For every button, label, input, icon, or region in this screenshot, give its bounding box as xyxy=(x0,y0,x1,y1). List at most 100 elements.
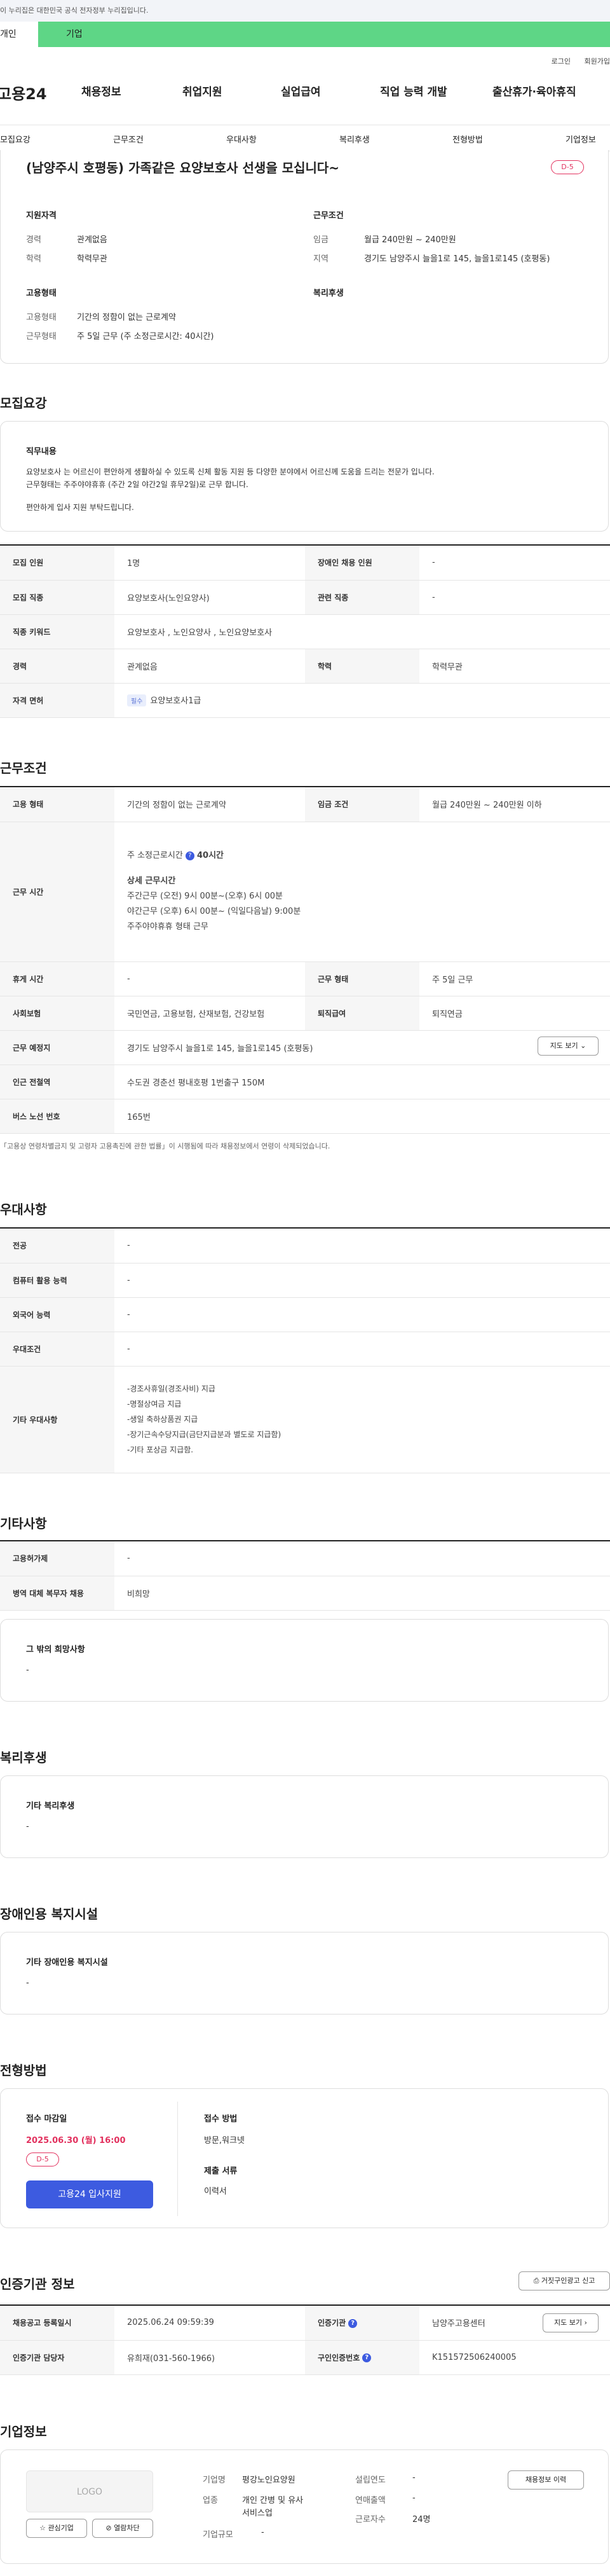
cell-value: 필수 요양보호사1급 xyxy=(114,683,610,718)
signup-link[interactable]: 회원가입 xyxy=(585,57,610,65)
gov-banner: 이 누리집은 대한민국 공식 전자정부 누리집입니다. xyxy=(0,0,610,22)
table-row: 외국어 능력 - xyxy=(0,1297,610,1332)
duty-line-2: 근무형태는 주주야야휴휴 (주간 2일 야간2일 휴무2일)로 근무 합니다. xyxy=(26,480,248,489)
cell-label: 사회보험 xyxy=(0,996,114,1031)
other-table: 고용허가제 - 병역 대체 복무자 채용 비희망 xyxy=(0,1541,610,1611)
tab-corporate[interactable]: 기업 xyxy=(38,22,610,47)
welfare-value: - xyxy=(26,1822,29,1831)
hours-rotation: 주주야야휴휴 형태 근무 xyxy=(127,922,208,932)
cell-label: 모집 인원 xyxy=(0,546,114,581)
cell-value: - xyxy=(114,1229,610,1264)
login-link[interactable]: 로그인 xyxy=(552,57,571,65)
cert-map-button[interactable]: 지도 보기 › xyxy=(543,2313,599,2332)
pref-item: -경조사휴일(경조사비) 지급 xyxy=(127,1384,215,1393)
table-row: 자격 면허 필수 요양보호사1급 xyxy=(0,683,610,718)
industry-value-2: 서비스업 xyxy=(242,2509,273,2518)
hours-weekly-value: 40시간 xyxy=(197,851,224,860)
worktype-label: 근무형태 xyxy=(26,332,57,341)
cell-label: 자격 면허 xyxy=(0,683,114,718)
cell-value: 국민연금, 고용보험, 산재보험, 건강보험 xyxy=(114,996,305,1031)
table-row: 기타 우대사항 -경조사휴일(경조사비) 지급 -명절상여금 지급 -생일 축하… xyxy=(0,1366,610,1473)
cell-label: 학력 xyxy=(305,649,419,684)
worktype-value: 주 5일 근무 (주 소정근로시간: 40시간) xyxy=(77,332,214,341)
deadline-value: 2025.06.30 (월) 16:00 xyxy=(26,2136,126,2146)
pref-item: -장기근속수당지급(금단지급분과 별도로 지급함) xyxy=(127,1430,281,1439)
recruit-table: 모집 인원 1명 장애인 채용 인원 - 모집 직종 요양보호사(노인요양사) 관련 직종… xyxy=(0,546,610,718)
cell-value: 165번 xyxy=(114,1099,610,1134)
gnb-item-training[interactable]: 직업 능력 개발 xyxy=(380,83,447,99)
cell-label: 버스 노선 번호 xyxy=(0,1099,114,1134)
cell-value: - xyxy=(114,1541,610,1576)
company-card: LOGO ☆ 관심기업 ⊘ 열람차단 기업명 평강노인요양원 업종 개인 간병 … xyxy=(0,2449,609,2564)
cert-map-label: 지도 보기 xyxy=(554,2318,583,2327)
table-row: 모집 인원 1명 장애인 채용 인원 - xyxy=(0,546,610,581)
recruit-heading: 모집요강 xyxy=(0,396,47,411)
cell-value: 월급 240만원 ~ 240만원 이하 xyxy=(419,787,610,822)
cell-label: 모집 직종 xyxy=(0,580,114,615)
user-type-tabs: 개인 기업 xyxy=(0,22,610,47)
block-label: 열람차단 xyxy=(114,2524,140,2532)
cell-label: 관련 직종 xyxy=(305,580,419,615)
lnb-process[interactable]: 전형방법 xyxy=(452,133,483,145)
hours-cell: 주 소정근로시간? 40시간 상세 근무시간 주간근무 (오전) 9시 00분~… xyxy=(114,822,610,962)
table-row: 근무 예정지 경기도 남양주시 늘을1로 145, 늘을1로145 (호평동) xyxy=(0,1030,610,1065)
info-icon[interactable]: ? xyxy=(185,851,194,860)
section-nav: 모집요강 근무조건 우대사항 복리후생 전형방법 기업정보 xyxy=(0,125,610,151)
map-view-button[interactable]: 지도 보기 ⌄ xyxy=(538,1037,599,1056)
favorite-company-button[interactable]: ☆ 관심기업 xyxy=(26,2519,87,2538)
conditions-heading: 근무조건 xyxy=(0,761,47,776)
cell-value: 유희재(031-560-1966) xyxy=(114,2340,305,2375)
cell-value: -경조사휴일(경조사비) 지급 -명절상여금 지급 -생일 축하상품권 지급 -… xyxy=(114,1366,610,1473)
info-icon[interactable]: ? xyxy=(362,2353,372,2362)
table-row: 병역 대체 복무자 채용 비희망 xyxy=(0,1576,610,1611)
lnb-welfare[interactable]: 복리후생 xyxy=(339,133,370,145)
chevron-down-icon: ⌄ xyxy=(580,1042,586,1050)
cert-table: 채용공고 등록일시 2025.06.24 09:59:39 인증기관? 남양주고용센터… xyxy=(0,2306,610,2375)
org-label: 인증기관 xyxy=(318,2318,346,2328)
lnb-recruit[interactable]: 모집요강 xyxy=(0,133,30,145)
apply-button[interactable]: 고용24 입사지원 xyxy=(26,2180,153,2208)
preference-heading: 우대사항 xyxy=(0,1202,47,1217)
gnb-item-support[interactable]: 취업지원 xyxy=(182,83,222,99)
cell-label: 장애인 채용 인원 xyxy=(305,546,419,581)
cell-value: 주 5일 근무 xyxy=(419,961,610,996)
dday-badge: D-5 xyxy=(26,2152,59,2166)
lnb-company[interactable]: 기업정보 xyxy=(566,133,596,145)
job-history-button[interactable]: 채용정보 이력 xyxy=(508,2470,584,2490)
global-nav: 채용정보 취업지원 실업급여 직업 능력 개발 출산휴가·육아휴직 xyxy=(0,83,610,113)
tab-individual[interactable]: 개인 xyxy=(0,22,38,47)
cell-label: 임금 조건 xyxy=(305,787,419,822)
disability-heading: 장애인용 복지시설 xyxy=(0,1906,98,1922)
cell-label: 근무 형태 xyxy=(305,961,419,996)
hours-detail-heading: 상세 근무시간 xyxy=(127,876,176,886)
table-row: 모집 직종 요양보호사(노인요양사) 관련 직종 - xyxy=(0,580,610,615)
gnb-item-unemployment[interactable]: 실업급여 xyxy=(281,83,321,99)
cell-label: 인증기관? xyxy=(305,2306,419,2341)
industry-value-1: 개인 간병 및 유사 xyxy=(242,2496,304,2505)
emp-heading: 고용형태 xyxy=(26,289,57,298)
dday-badge: D-5 xyxy=(551,160,584,174)
wish-card: 그 밖의 희망사항 - xyxy=(0,1619,609,1702)
career-label: 경력 xyxy=(26,235,41,245)
lnb-preference[interactable]: 우대사항 xyxy=(226,133,257,145)
cell-label: 근무 시간 xyxy=(0,822,114,962)
divider xyxy=(177,2102,178,2216)
wish-value: - xyxy=(26,1665,29,1675)
block-company-button[interactable]: ⊘ 열람차단 xyxy=(92,2519,153,2538)
est-value: - xyxy=(412,2473,416,2483)
lnb-conditions[interactable]: 근무조건 xyxy=(113,133,144,145)
revenue-value: - xyxy=(412,2493,416,2503)
duty-line-1: 요양보호사 는 어르신이 편안하게 생활하실 수 있도록 신체 활동 지원 등 … xyxy=(26,467,435,476)
table-row: 우대조건 - xyxy=(0,1332,610,1367)
util-menu: 로그인 회원가입 xyxy=(540,56,610,66)
job-title: (남양주시 호평동) 가족같은 요양보호사 선생을 모십니다~ xyxy=(26,160,340,176)
cell-value: 요양보호사(노인요양사) xyxy=(114,580,305,615)
cell-label: 고용허가제 xyxy=(0,1541,114,1576)
pref-item: -기타 포상금 지급함. xyxy=(127,1445,194,1454)
gnb-item-leave[interactable]: 출산휴가·육아휴직 xyxy=(492,83,576,99)
report-button[interactable]: ⎙ 거짓구인광고 신고 xyxy=(518,2271,610,2290)
pref-item: -생일 축하상품권 지급 xyxy=(127,1415,198,1424)
info-icon[interactable]: ? xyxy=(348,2318,358,2328)
hours-night: 야간근무 (오후) 6시 00분~ (익일다음날) 9:00분 xyxy=(127,907,301,916)
gnb-item-jobs[interactable]: 채용정보 xyxy=(81,83,121,99)
